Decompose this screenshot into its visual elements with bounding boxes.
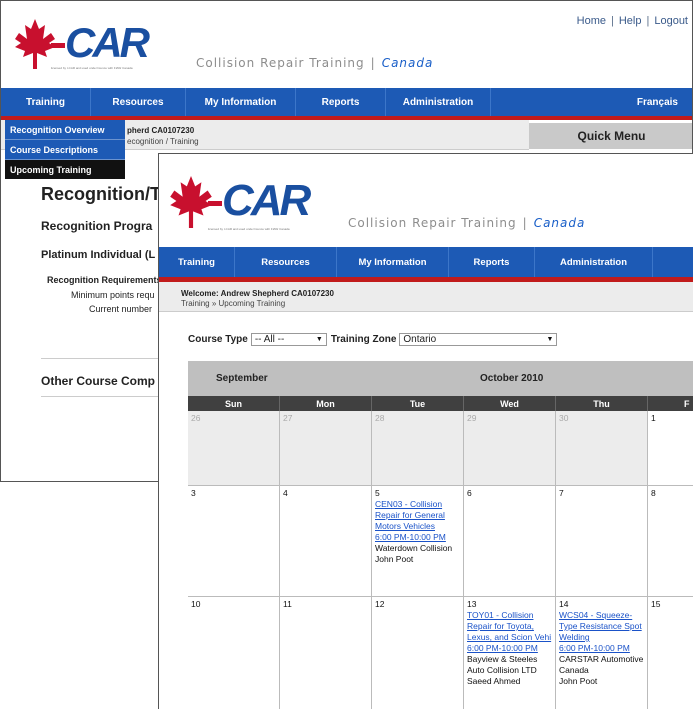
weekday-header: Sun Mon Tue Wed Thu F: [188, 396, 693, 411]
main-nav: Training Resources My Information Report…: [1, 88, 692, 116]
main-nav: Training Resources My Information Report…: [159, 247, 693, 277]
calendar-day: 5 CEN03 - Collision Repair for General M…: [372, 486, 464, 596]
nav-my-information[interactable]: My Information: [337, 247, 449, 277]
nav-administration[interactable]: Administration: [535, 247, 653, 277]
nav-reports[interactable]: Reports: [296, 88, 386, 116]
page-title: Recognition/T: [41, 184, 161, 204]
weekday-label: Wed: [464, 396, 556, 411]
weekday-label: Mon: [280, 396, 372, 411]
dropdown-arrow-icon: ▼: [546, 336, 554, 343]
calendar-day: 13 TOY01 - Collision Repair for Toyota, …: [464, 597, 556, 709]
country-label: Canada: [533, 216, 586, 230]
course-time-link[interactable]: 6:00 PM-10:00 PM: [467, 643, 552, 654]
nav-my-information[interactable]: My Information: [186, 88, 296, 116]
calendar-month-band: September October 2010: [188, 361, 693, 396]
requirements-label: Recognition Requirements: [47, 275, 162, 285]
dropdown-arrow-icon: ▼: [315, 336, 323, 343]
prev-month-link[interactable]: September: [216, 373, 268, 384]
help-link[interactable]: Help: [619, 15, 642, 27]
training-zone-label: Training Zone: [330, 334, 397, 345]
calendar-week: 26 27 28 29 30 1: [188, 411, 693, 486]
nav-administration[interactable]: Administration: [386, 88, 491, 116]
weekday-label: Thu: [556, 396, 648, 411]
course-link[interactable]: CEN03 - Collision Repair for General Mot…: [375, 499, 460, 532]
nav-training[interactable]: Training: [1, 88, 91, 116]
nav-training[interactable]: Training: [159, 247, 235, 277]
foreground-window: CAR licensed by I-CAR and used under lic…: [158, 153, 693, 709]
home-link[interactable]: Home: [577, 15, 606, 27]
weekday-label: Sun: [188, 396, 280, 411]
icar-logo[interactable]: CAR licensed by I-CAR and used under lic…: [166, 176, 326, 240]
calendar-day: 30: [556, 411, 648, 485]
calendar-week: 3 4 5 CEN03 - Collision Repair for Gener…: [188, 486, 693, 597]
course-type-label: Course Type: [188, 334, 248, 345]
tagline: Collision Repair Training | Canada: [196, 56, 434, 70]
course-link[interactable]: WCS04 - Squeeze-Type Resistance Spot Wel…: [559, 610, 644, 643]
course-location: Bayview & Steeles Auto Collision LTD: [467, 654, 538, 675]
tagline: Collision Repair Training | Canada: [348, 216, 586, 230]
calendar-day: 8: [651, 488, 656, 498]
country-label: Canada: [381, 56, 434, 70]
program-heading: Recognition Progra: [41, 219, 153, 233]
welcome-bar: Welcome: Andrew Shepherd CA0107230 Train…: [159, 282, 693, 312]
min-points-label: Minimum points requ: [71, 290, 155, 300]
menu-upcoming-training[interactable]: Upcoming Training: [5, 160, 125, 179]
current-number-label: Current number: [89, 304, 153, 314]
logo-wordmark: CAR: [65, 19, 150, 66]
calendar-day: 3: [188, 486, 280, 596]
calendar-day: 12: [372, 597, 464, 709]
training-dropdown-menu: Recognition Overview Course Descriptions…: [5, 120, 125, 179]
calendar-day: 1: [651, 413, 656, 423]
calendar-day: 7: [556, 486, 648, 596]
training-calendar: September October 2010 Sun Mon Tue Wed T…: [188, 361, 693, 709]
welcome-text: Welcome: Andrew Shepherd CA0107230: [181, 289, 334, 298]
calendar-day: 4: [280, 486, 372, 596]
logo-wordmark: CAR: [222, 176, 311, 225]
weekday-label: F: [684, 398, 690, 409]
quick-menu-header[interactable]: Quick Menu: [529, 123, 692, 149]
course-instructor: John Poot: [375, 554, 414, 564]
training-zone-select[interactable]: Ontario ▼: [399, 333, 558, 346]
course-type-select[interactable]: -- All -- ▼: [250, 333, 327, 346]
course-location: Waterdown Collision: [375, 543, 453, 553]
calendar-day: 27: [280, 411, 372, 485]
course-time-link[interactable]: 6:00 PM-10:00 PM: [375, 532, 460, 543]
breadcrumb: Training » Upcoming Training: [181, 299, 286, 308]
level-heading: Platinum Individual (L: [41, 249, 156, 261]
calendar-day: 28: [372, 411, 464, 485]
welcome-text: pherd CA0107230: [127, 126, 195, 135]
course-link[interactable]: TOY01 - Collision Repair for Toyota, Lex…: [467, 610, 552, 643]
weekday-label: Tue: [372, 396, 464, 411]
nav-reports[interactable]: Reports: [449, 247, 535, 277]
calendar-day: 29: [464, 411, 556, 485]
nav-resources[interactable]: Resources: [235, 247, 337, 277]
breadcrumb: ecognition / Training: [127, 137, 199, 146]
calendar-day: 6: [464, 486, 556, 596]
course-time-link[interactable]: 6:00 PM-10:00 PM: [559, 643, 644, 654]
top-links: Home | Help | Logout: [576, 15, 688, 27]
filter-bar: Course Type -- All -- ▼ Training Zone On…: [188, 333, 558, 346]
nav-resources[interactable]: Resources: [91, 88, 186, 116]
current-month-label: October 2010: [480, 373, 544, 384]
other-course-heading: Other Course Comp: [41, 374, 156, 388]
course-location: CARSTAR Automotive Canada: [559, 654, 644, 675]
menu-recognition-overview[interactable]: Recognition Overview: [5, 120, 125, 140]
nav-francais[interactable]: Français: [491, 88, 692, 116]
logout-link[interactable]: Logout: [654, 15, 688, 27]
calendar-day: 14 WCS04 - Squeeze-Type Resistance Spot …: [556, 597, 648, 709]
calendar-week: 10 11 12 13 TOY01 - Collision Repair for…: [188, 597, 693, 709]
menu-course-descriptions[interactable]: Course Descriptions: [5, 140, 125, 160]
calendar-day: 11: [280, 597, 372, 709]
course-instructor: Saeed Ahmed: [467, 676, 521, 686]
icar-logo[interactable]: CAR licensed by I-CAR and used under lic…: [11, 19, 171, 79]
calendar-day: 10: [188, 597, 280, 709]
calendar-day: 26: [188, 411, 280, 485]
course-instructor: John Poot: [559, 676, 598, 686]
calendar-day: 15: [651, 599, 661, 609]
